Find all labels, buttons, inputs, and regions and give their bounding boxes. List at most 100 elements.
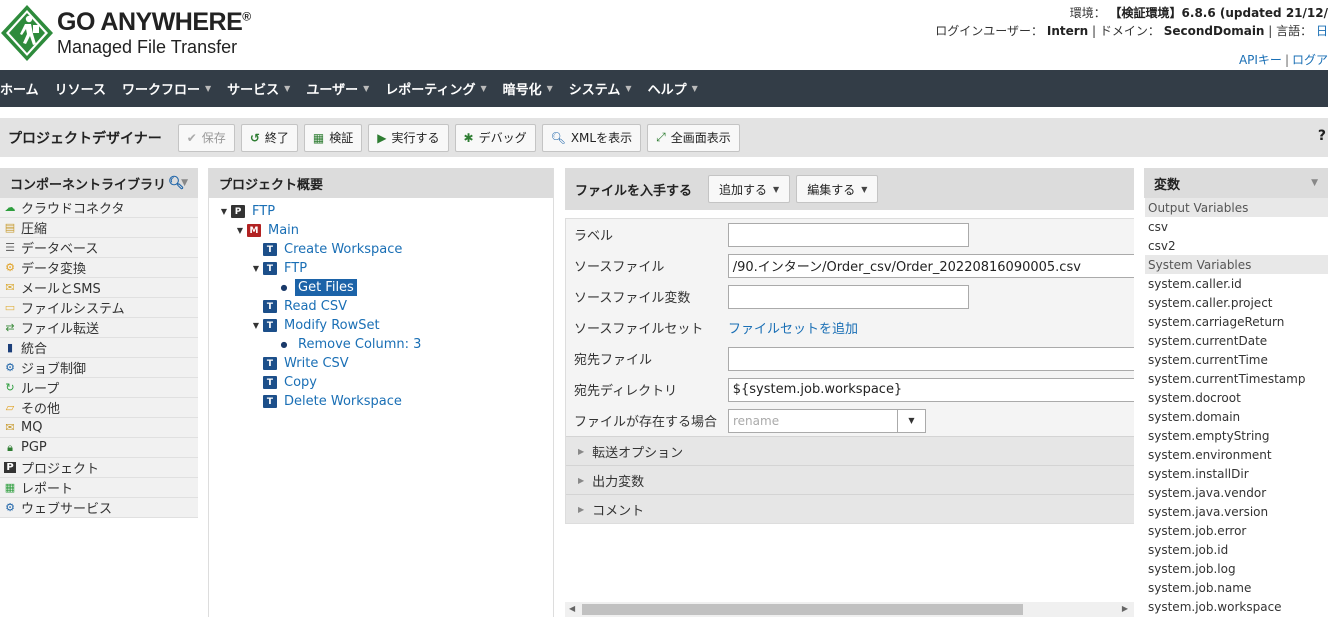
scroll-left-icon[interactable]: ◀ bbox=[569, 604, 575, 613]
comment-section[interactable]: ▶ コメント bbox=[566, 494, 1134, 523]
source-file-var-input[interactable] bbox=[728, 284, 969, 309]
library-item-4[interactable]: ✉ メールとSMS bbox=[0, 278, 198, 298]
language-link[interactable]: 日 bbox=[1316, 24, 1328, 38]
library-item-7[interactable]: ▮ 統合 bbox=[0, 338, 198, 358]
view-xml-button[interactable]: 🔍︎ XMLを表示 bbox=[541, 123, 642, 152]
output-variable-item[interactable]: csv2 bbox=[1145, 236, 1328, 255]
label-field-label: ラベル bbox=[574, 229, 614, 244]
system-variable-item[interactable]: system.job.error bbox=[1145, 521, 1328, 540]
nav-item-2[interactable]: ワークフロー ▼ bbox=[122, 79, 211, 98]
run-button[interactable]: ▶ 実行する bbox=[368, 123, 449, 152]
system-variable-item[interactable]: system.carriageReturn bbox=[1145, 312, 1328, 331]
tree-node-main[interactable]: ▼ M Main bbox=[209, 221, 555, 240]
dest-file-input[interactable] bbox=[727, 346, 1134, 371]
help-button[interactable]: ? bbox=[1318, 128, 1326, 144]
system-variable-item[interactable]: system.docroot bbox=[1145, 388, 1328, 407]
nav-item-1[interactable]: リソース bbox=[55, 79, 106, 98]
system-variable-item[interactable]: system.job.log bbox=[1145, 559, 1328, 578]
edit-dropdown-button[interactable]: 編集する ▼ bbox=[796, 175, 879, 203]
tree-node-copy[interactable]: T Copy bbox=[209, 373, 555, 392]
add-fileset-link[interactable]: ファイルセットを追加 bbox=[728, 318, 858, 337]
nav-item-7[interactable]: システム ▼ bbox=[569, 79, 632, 98]
tree-node-ftp[interactable]: ▼ P FTP bbox=[209, 202, 555, 221]
validate-button[interactable]: ▦ 検証 bbox=[303, 123, 363, 152]
library-item-9[interactable]: ↻ ループ bbox=[0, 378, 198, 398]
expand-toggle-icon[interactable]: ▼ bbox=[249, 321, 263, 330]
system-variable-item[interactable]: system.caller.project bbox=[1145, 293, 1328, 312]
tree-node-get-files[interactable]: ● Get Files bbox=[209, 278, 555, 297]
if-exists-select[interactable]: rename bbox=[728, 408, 898, 433]
scroll-right-icon[interactable]: ▶ bbox=[1122, 604, 1128, 613]
tree-node-create-workspace[interactable]: T Create Workspace bbox=[209, 240, 555, 259]
add-dropdown-button[interactable]: 追加する ▼ bbox=[708, 175, 791, 203]
chevron-down-icon[interactable]: ▼ bbox=[1311, 178, 1318, 188]
tree-node-modify-rowset[interactable]: ▼ T Modify RowSet bbox=[209, 316, 555, 335]
nav-item-3[interactable]: サービス ▼ bbox=[227, 79, 290, 98]
main-nav: ホーム リソース ワークフロー ▼ サービス ▼ ユーザー ▼ レポーティング ▼ 暗号化 ▼ システム… bbox=[0, 70, 1328, 107]
system-variable-item[interactable]: system.job.workspace bbox=[1145, 597, 1328, 616]
nav-item-0[interactable]: ホーム bbox=[0, 79, 39, 98]
nav-item-8[interactable]: ヘルプ ▼ bbox=[648, 79, 698, 98]
horizontal-scrollbar[interactable]: ◀ ▶ bbox=[565, 602, 1134, 617]
system-variable-item[interactable]: system.java.version bbox=[1145, 502, 1328, 521]
system-variable-item[interactable]: system.currentTime bbox=[1145, 350, 1328, 369]
system-variable-item[interactable]: system.emptyString bbox=[1145, 426, 1328, 445]
dest-dir-input[interactable]: ${system.job.workspace} bbox=[727, 377, 1134, 402]
library-item-10[interactable]: ▱ その他 bbox=[0, 398, 198, 418]
tree-node-remove-column-3[interactable]: ● Remove Column: 3 bbox=[209, 335, 555, 354]
tree-node-write-csv[interactable]: T Write CSV bbox=[209, 354, 555, 373]
library-item-8[interactable]: ⚙ ジョブ制御 bbox=[0, 358, 198, 378]
expand-toggle-icon[interactable]: ▼ bbox=[249, 264, 263, 273]
if-exists-dropdown-button[interactable]: ▼ bbox=[898, 408, 926, 433]
scrollbar-thumb[interactable] bbox=[582, 604, 1023, 615]
library-item-0[interactable]: ☁ クラウドコネクタ bbox=[0, 198, 198, 218]
system-variable-item[interactable]: system.java.vendor bbox=[1145, 483, 1328, 502]
label-input[interactable] bbox=[728, 222, 969, 247]
logout-link[interactable]: ログア bbox=[1292, 53, 1328, 67]
chevron-down-icon[interactable]: ▼ bbox=[181, 178, 188, 188]
fullscreen-button[interactable]: ⤢ 全画面表示 bbox=[647, 123, 740, 152]
debug-button[interactable]: ✱ デバッグ bbox=[454, 123, 536, 152]
transform-icon: ⚙ bbox=[5, 261, 15, 274]
output-variable-item[interactable]: csv bbox=[1145, 217, 1328, 236]
save-button[interactable]: ✔ 保存 bbox=[177, 123, 235, 152]
nav-item-4[interactable]: ユーザー ▼ bbox=[306, 79, 369, 98]
library-item-14[interactable]: ▦ レポート bbox=[0, 478, 198, 498]
label-row: ラベル bbox=[566, 219, 1134, 250]
library-item-2[interactable]: ☰ データベース bbox=[0, 238, 198, 258]
library-item-11[interactable]: ✉ MQ bbox=[0, 418, 198, 438]
nav-item-5[interactable]: レポーティング ▼ bbox=[385, 79, 486, 98]
nav-item-6[interactable]: 暗号化 ▼ bbox=[503, 79, 553, 98]
cloud-icon: ☁ bbox=[4, 201, 16, 214]
env-value: 【検証環境】6.8.6 (updated 21/12/ bbox=[1109, 6, 1328, 20]
system-variable-item[interactable]: system.job.name bbox=[1145, 578, 1328, 597]
system-variable-item[interactable]: system.currentTimestamp bbox=[1145, 369, 1328, 388]
expand-toggle-icon[interactable]: ▼ bbox=[217, 207, 231, 216]
source-file-input[interactable]: /90.インターン/Order_csv/Order_20220816090005… bbox=[727, 253, 1134, 278]
api-key-link[interactable]: APIキー bbox=[1239, 53, 1282, 67]
library-item-3[interactable]: ⚙ データ変換 bbox=[0, 258, 198, 278]
component-library-header[interactable]: コンポーネントライブラリ 🔍︎ ▼ bbox=[0, 168, 198, 198]
system-variable-item[interactable]: system.domain bbox=[1145, 407, 1328, 426]
exit-button[interactable]: ↺ 終了 bbox=[240, 123, 298, 152]
library-item-5[interactable]: ▭ ファイルシステム bbox=[0, 298, 198, 318]
tree-node-ftp[interactable]: ▼ T FTP bbox=[209, 259, 555, 278]
system-variable-item[interactable]: system.currentDate bbox=[1145, 331, 1328, 350]
system-variable-item[interactable]: system.caller.id bbox=[1145, 274, 1328, 293]
output-variables-section[interactable]: ▶ 出力変数 bbox=[566, 465, 1134, 494]
system-variable-item[interactable]: system.installDir bbox=[1145, 464, 1328, 483]
variables-header[interactable]: 変数 ▼ bbox=[1144, 168, 1328, 198]
system-variable-item[interactable]: system.job.id bbox=[1145, 540, 1328, 559]
system-variable-item[interactable]: system.environment bbox=[1145, 445, 1328, 464]
library-item-12[interactable]: 🔒︎ PGP bbox=[0, 438, 198, 458]
library-item-1[interactable]: ▤ 圧縮 bbox=[0, 218, 198, 238]
library-item-15[interactable]: ⚙ ウェブサービス bbox=[0, 498, 198, 518]
chevron-down-icon: ▼ bbox=[284, 84, 291, 93]
goanywhere-logo[interactable]: GO ANYWHERE® Managed File Transfer bbox=[0, 4, 260, 64]
tree-node-delete-workspace[interactable]: T Delete Workspace bbox=[209, 392, 555, 411]
transfer-options-section[interactable]: ▶ 転送オプション bbox=[566, 436, 1134, 465]
expand-toggle-icon[interactable]: ▼ bbox=[233, 226, 247, 235]
library-item-6[interactable]: ⇄ ファイル転送 bbox=[0, 318, 198, 338]
library-item-13[interactable]: P プロジェクト bbox=[0, 458, 198, 478]
tree-node-read-csv[interactable]: T Read CSV bbox=[209, 297, 555, 316]
